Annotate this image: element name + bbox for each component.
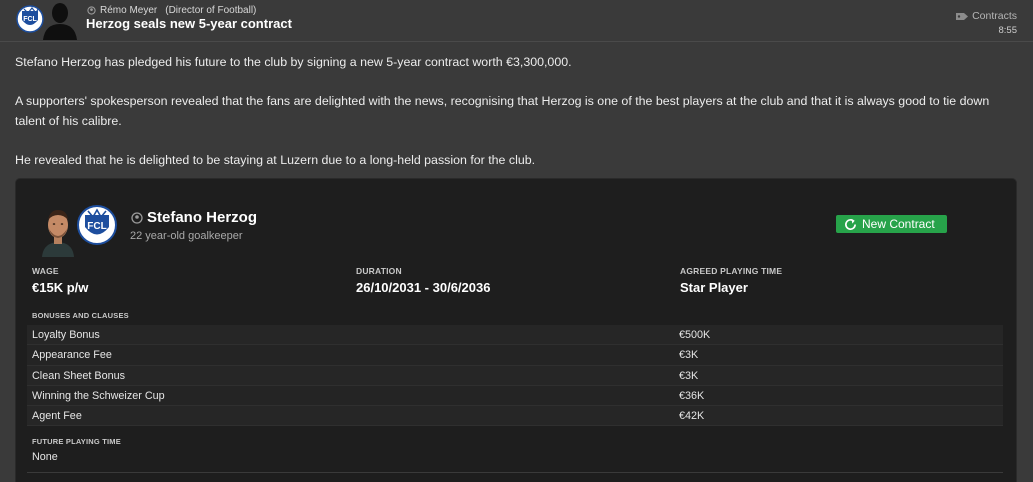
article-paragraph-3: He revealed that he is delighted to be s… — [15, 153, 536, 167]
badge-text: FCL — [23, 16, 37, 23]
wage-value: €15K p/w — [32, 280, 89, 295]
contract-card: FCL Stefano Herzog 22 year-old goalkeepe… — [15, 178, 1017, 482]
new-contract-label: New Contract — [862, 217, 935, 231]
clause-row: Clean Sheet Bonus €3K — [27, 365, 1003, 386]
duration-label: DURATION — [356, 266, 402, 276]
clause-value: €3K — [679, 349, 699, 362]
category-tag[interactable]: Contracts — [956, 10, 1017, 22]
clause-row: Winning the Schweizer Cup €36K — [27, 385, 1003, 407]
clause-row: Agent Fee €42K — [27, 406, 1003, 427]
clause-value: €500K — [679, 329, 711, 341]
player-photo[interactable] — [40, 207, 76, 257]
playing-time-label: AGREED PLAYING TIME — [680, 266, 783, 276]
clause-name: Loyalty Bonus — [32, 329, 100, 341]
article-paragraph-1: Stefano Herzog has pledged his future to… — [15, 55, 572, 69]
duration-value: 26/10/2031 - 30/6/2036 — [356, 280, 491, 295]
club-badge-icon[interactable]: FCL — [77, 205, 117, 245]
bonuses-label: BONUSES AND CLAUSES — [32, 311, 129, 320]
sender-line: Rémo Meyer (Director of Football) — [87, 5, 256, 16]
category-label: Contracts — [972, 10, 1017, 22]
player-description: 22 year-old goalkeeper — [130, 230, 243, 242]
clause-value: €3K — [679, 369, 699, 382]
sender-avatar-icon[interactable] — [40, 0, 80, 40]
clause-name: Clean Sheet Bonus — [32, 369, 126, 382]
divider — [27, 472, 1003, 473]
player-name-row: Stefano Herzog — [131, 209, 257, 226]
clause-row: Loyalty Bonus €500K — [27, 325, 1003, 346]
message-header: FCL Rémo Meyer (Director of Football) He… — [0, 0, 1033, 42]
playing-time-value: Star Player — [680, 280, 748, 295]
article-paragraph-2-cont: talent of his calibre. — [15, 114, 122, 128]
sender-name[interactable]: Rémo Meyer — [100, 5, 157, 16]
clause-value: €36K — [679, 389, 705, 402]
message-time: 8:55 — [998, 25, 1018, 36]
clause-name: Appearance Fee — [32, 349, 112, 362]
future-playing-time-value: None — [32, 451, 58, 463]
article-paragraph-2: A supporters' spokesperson revealed that… — [15, 94, 990, 108]
clause-row: Appearance Fee €3K — [27, 345, 1003, 366]
wage-label: WAGE — [32, 266, 59, 276]
refresh-icon — [845, 218, 856, 230]
sender-role: (Director of Football) — [165, 5, 257, 16]
player-name[interactable]: Stefano Herzog — [147, 209, 257, 226]
message-headline: Herzog seals new 5-year contract — [86, 16, 292, 31]
future-playing-time-label: FUTURE PLAYING TIME — [32, 437, 121, 446]
tag-icon — [956, 12, 969, 20]
person-icon — [131, 211, 143, 224]
clause-value: €42K — [679, 410, 705, 423]
clauses-table: Loyalty Bonus €500K Appearance Fee €3K C… — [27, 325, 1003, 427]
person-icon — [87, 6, 96, 15]
clause-name: Agent Fee — [32, 410, 82, 423]
new-contract-badge: New Contract — [836, 215, 947, 233]
badge-text: FCL — [87, 221, 106, 232]
clause-name: Winning the Schweizer Cup — [32, 389, 165, 402]
